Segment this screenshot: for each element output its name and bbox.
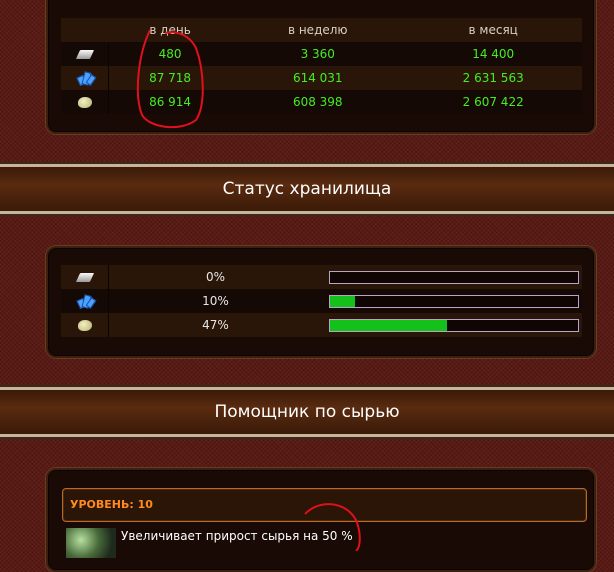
deuterium-storage-bar-fill: [330, 319, 447, 331]
production-table: в день в неделю в месяц 480 3 360 14 400…: [61, 18, 582, 114]
deuterium-per-day: 86 914: [109, 90, 232, 114]
crystal-storage-percent: 10%: [109, 289, 322, 313]
crystal-storage-bar: [329, 294, 579, 308]
storage-table: 0% 10% 47%: [61, 265, 582, 337]
storage-panel: 0% 10% 47%: [46, 246, 596, 358]
deuterium-per-month: 2 607 422: [404, 90, 582, 114]
metal-storage-percent: 0%: [109, 265, 322, 289]
crystal-per-day: 87 718: [109, 66, 232, 90]
deuterium-per-week: 608 398: [231, 90, 405, 114]
table-row: 480 3 360 14 400: [61, 42, 582, 66]
table-row: 87 718 614 031 2 631 563: [61, 66, 582, 90]
helper-level-label: УРОВЕНЬ: 10: [62, 488, 587, 522]
helper-panel: УРОВЕНЬ: 10 Увеличивает прирост сырья на…: [46, 468, 596, 572]
deuterium-icon: [77, 320, 92, 331]
table-row: 86 914 608 398 2 607 422: [61, 90, 582, 114]
storage-section-title: Статус хранилища: [0, 164, 614, 214]
crystal-icon: [75, 71, 96, 87]
table-row: 10%: [61, 289, 582, 313]
crystal-per-month: 2 631 563: [404, 66, 582, 90]
helper-portrait[interactable]: [66, 528, 116, 558]
helper-row: Увеличивает прирост сырья на 50 %: [66, 528, 566, 558]
helper-section-title: Помощник по сырью: [0, 387, 614, 437]
metal-per-day: 480: [109, 42, 232, 66]
table-row: 47%: [61, 313, 582, 337]
deuterium-storage-percent: 47%: [109, 313, 322, 337]
crystal-per-week: 614 031: [231, 66, 405, 90]
helper-description: Увеличивает прирост сырья на 50 %: [121, 529, 353, 543]
metal-per-month: 14 400: [404, 42, 582, 66]
metal-storage-bar: [329, 270, 579, 284]
production-panel: в день в неделю в месяц 480 3 360 14 400…: [46, 0, 596, 134]
crystal-icon: [75, 294, 96, 310]
metal-icon: [75, 273, 94, 282]
header-per-day: в день: [109, 18, 232, 42]
crystal-storage-bar-fill: [330, 295, 355, 307]
deuterium-storage-bar: [329, 318, 579, 332]
header-per-month: в месяц: [404, 18, 582, 42]
metal-icon: [75, 50, 94, 59]
header-per-week: в неделю: [231, 18, 405, 42]
metal-per-week: 3 360: [231, 42, 405, 66]
deuterium-icon: [77, 97, 92, 108]
table-row: 0%: [61, 265, 582, 289]
production-header-row: в день в неделю в месяц: [61, 18, 582, 42]
